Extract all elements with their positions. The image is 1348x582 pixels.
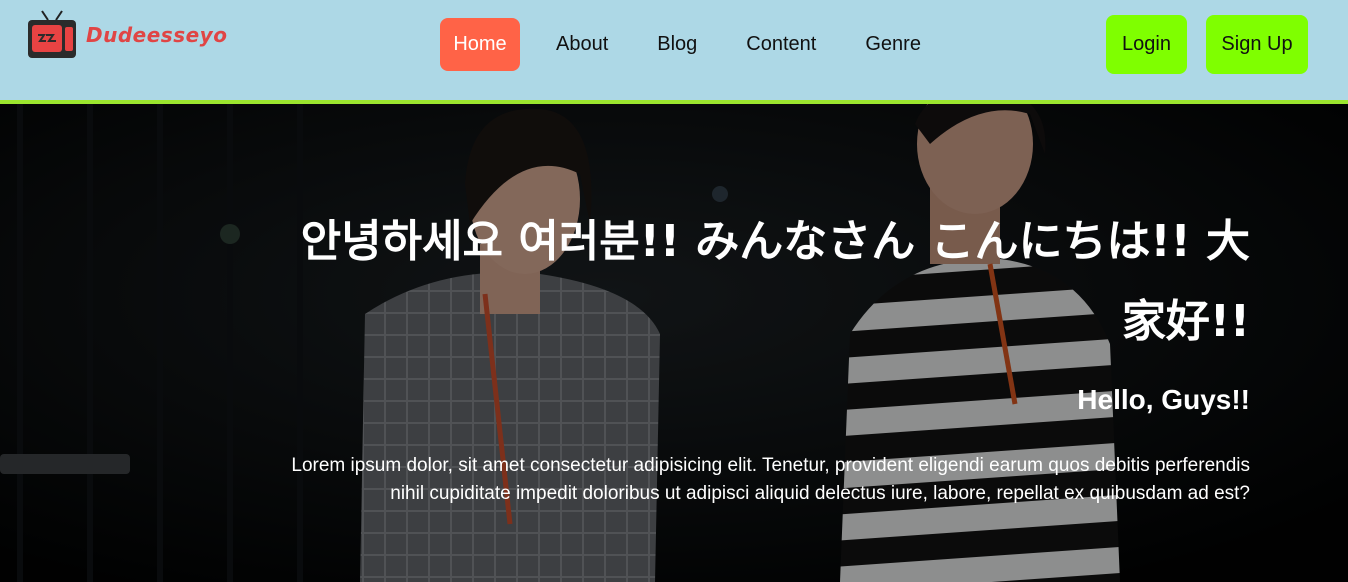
login-button[interactable]: Login: [1106, 15, 1187, 74]
hero-section: 안녕하세요 여러분!! みんなさん こんにちは!! 大家好!! Hello, G…: [0, 104, 1348, 582]
signup-button[interactable]: Sign Up: [1206, 15, 1308, 74]
hero-subtitle: Hello, Guys!!: [1077, 384, 1250, 415]
nav-genre[interactable]: Genre: [853, 18, 933, 71]
nav-blog[interactable]: Blog: [645, 18, 709, 71]
brand-logo-link[interactable]: Dudeesseyo: [26, 8, 227, 62]
auth-buttons: Login Sign Up: [1106, 15, 1308, 74]
hero-title: 안녕하세요 여러분!! みんなさん こんにちは!! 大家好!!: [300, 216, 1250, 347]
main-nav: Home About Blog Content Genre: [440, 18, 958, 71]
site-header: Dudeesseyo Home About Blog Content Genre…: [0, 0, 1348, 104]
hero-body-text: Lorem ipsum dolor, sit amet consectetur …: [291, 455, 1250, 504]
nav-home[interactable]: Home: [440, 18, 520, 71]
retro-tv-icon: [28, 10, 76, 58]
nav-about[interactable]: About: [544, 18, 620, 71]
brand-name: Dudeesseyo: [86, 23, 228, 47]
nav-content[interactable]: Content: [734, 18, 828, 71]
